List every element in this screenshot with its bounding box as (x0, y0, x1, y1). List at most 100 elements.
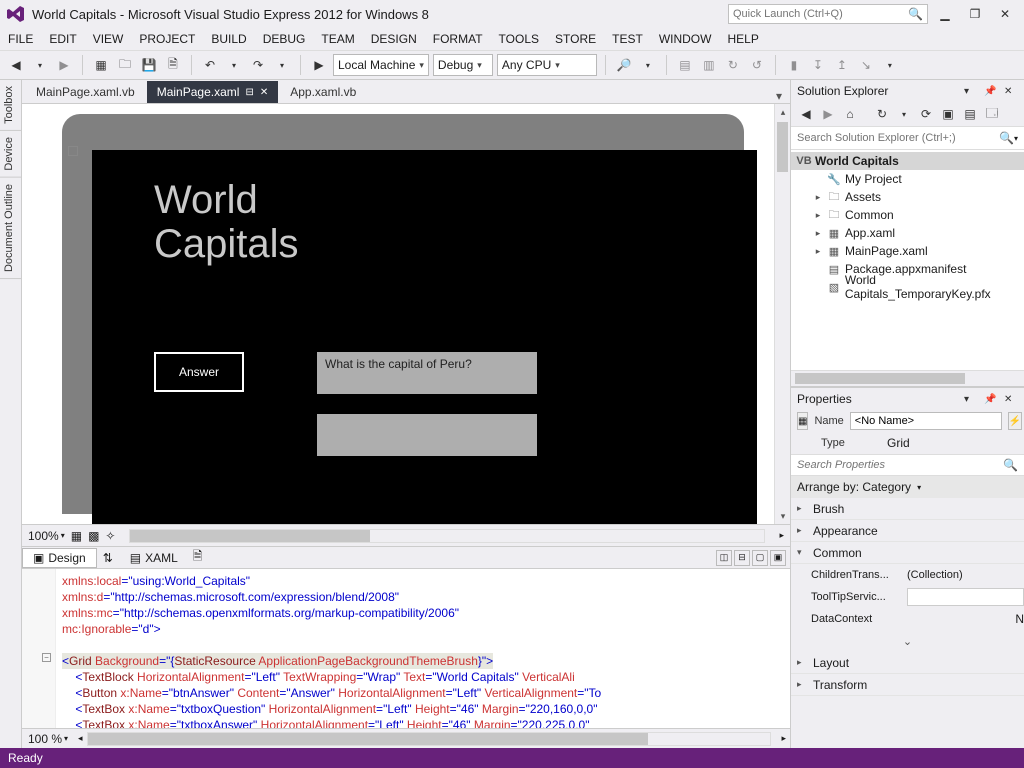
expand-icon[interactable]: ▸ (813, 246, 823, 257)
designer-hscrollbar[interactable] (129, 529, 765, 543)
code-hscrollbar[interactable] (87, 732, 772, 746)
panel-menu-icon[interactable]: ▾ (964, 86, 978, 97)
menu-test[interactable]: TEST (612, 32, 643, 46)
cat-layout[interactable]: ▸Layout (791, 652, 1024, 674)
step-over-icon[interactable]: ▮ (784, 54, 804, 76)
se-hscrollbar[interactable] (791, 370, 1024, 386)
scroll-right-icon[interactable]: ▸ (779, 530, 784, 541)
panel-menu-icon[interactable]: ▾ (964, 394, 978, 405)
stop-icon[interactable]: ↘ (856, 54, 876, 76)
chevron-down-icon[interactable]: ▾ (1014, 134, 1018, 143)
fwd-icon[interactable]: ▶ (819, 105, 837, 123)
design-canvas-viewport[interactable]: World Capitals Answer What is the capita… (22, 104, 774, 524)
close-icon[interactable]: ✕ (260, 87, 268, 98)
properties-icon[interactable]: 🗔 (983, 105, 1001, 123)
tree-item-appxaml[interactable]: ▸▦App.xaml (791, 224, 1024, 242)
pin-icon[interactable]: ⊟ (245, 87, 253, 98)
expand-icon[interactable]: ▸ (797, 657, 807, 668)
menu-build[interactable]: BUILD (211, 32, 246, 46)
design-tab[interactable]: ▣ Design (22, 548, 97, 568)
tree-item-myproject[interactable]: 🔧My Project (791, 170, 1024, 188)
close-button[interactable]: ✕ (992, 4, 1018, 24)
solution-tree[interactable]: VBWorld Capitals 🔧My Project ▸🗀Assets ▸🗀… (791, 150, 1024, 370)
indent-icon[interactable]: ↻ (723, 54, 743, 76)
chevron-down-icon[interactable]: ▾ (895, 105, 913, 123)
scroll-thumb[interactable] (795, 373, 965, 384)
expand-icon[interactable]: ▸ (797, 679, 807, 690)
swap-panes-icon[interactable]: ⇅ (97, 551, 119, 565)
question-textbox[interactable]: What is the capital of Peru? (317, 352, 537, 394)
search-icon[interactable]: 🔍 (908, 7, 923, 21)
run-target-combo[interactable]: Local Machine▾ (333, 54, 429, 76)
redo-icon[interactable]: ↷ (248, 54, 268, 76)
tree-item-mainpagexaml[interactable]: ▸▦MainPage.xaml (791, 242, 1024, 260)
toolbox-strip[interactable]: Toolbox (0, 80, 21, 131)
tabs-overflow-icon[interactable]: ▾ (768, 89, 790, 103)
overflow-icon[interactable]: ▾ (880, 54, 900, 76)
play-icon[interactable]: ▶ (309, 54, 329, 76)
close-icon[interactable]: ✕ (1004, 86, 1018, 97)
prop-tooltip[interactable]: ToolTipServic... (791, 586, 1024, 608)
undo-icon[interactable]: ↶ (200, 54, 220, 76)
new-project-icon[interactable]: ▦ (91, 54, 111, 76)
xaml-tab[interactable]: ▤ XAML (119, 548, 189, 568)
menu-view[interactable]: VIEW (93, 32, 124, 46)
props-search-input[interactable] (797, 459, 1003, 471)
code-zoom-combo[interactable]: 100 % ▾ (22, 732, 74, 746)
designer-vscrollbar[interactable]: ▴ ▾ (774, 104, 790, 524)
grid-type-icon[interactable]: ▦ (797, 412, 808, 430)
menu-project[interactable]: PROJECT (139, 32, 195, 46)
menu-debug[interactable]: DEBUG (263, 32, 306, 46)
solution-explorer-search[interactable]: 🔍▾ (791, 126, 1024, 150)
quick-launch[interactable]: 🔍 (728, 4, 928, 24)
menu-help[interactable]: HELP (727, 32, 758, 46)
menu-team[interactable]: TEAM (321, 32, 354, 46)
back-icon[interactable]: ◀ (797, 105, 815, 123)
menu-format[interactable]: FORMAT (433, 32, 483, 46)
find-dd[interactable]: ▾ (638, 54, 658, 76)
scroll-right-icon[interactable]: ▸ (777, 733, 790, 744)
tree-item-assets[interactable]: ▸🗀Assets (791, 188, 1024, 206)
properties-search[interactable]: 🔍 (791, 454, 1024, 476)
tree-item-common[interactable]: ▸🗀Common (791, 206, 1024, 224)
save-all-icon[interactable]: 🗎 (163, 54, 183, 76)
scroll-thumb[interactable] (130, 530, 370, 542)
tab-mainpage-xaml[interactable]: MainPage.xaml⊟✕ (147, 81, 279, 103)
split-vert-icon[interactable]: ◫ (716, 550, 732, 566)
code-content[interactable]: xmlns:local="using:World_Capitals" xmlns… (22, 569, 790, 737)
effects-icon[interactable]: ✧ (105, 529, 115, 543)
scroll-thumb[interactable] (777, 122, 788, 172)
zoom-combo[interactable]: 100%▾ (28, 529, 65, 543)
scroll-down-icon[interactable]: ▾ (775, 508, 791, 524)
collapse-pane-icon[interactable]: ▢ (752, 550, 768, 566)
step-out-icon[interactable]: ↥ (832, 54, 852, 76)
tab-app-xaml-vb[interactable]: App.xaml.vb (280, 81, 366, 103)
search-icon[interactable]: 🔍 (999, 131, 1014, 145)
scroll-up-icon[interactable]: ▴ (775, 104, 791, 120)
scroll-left-icon[interactable]: ◂ (74, 733, 87, 744)
xaml-doc-icon[interactable]: 🗎 (189, 547, 207, 568)
restore-button[interactable]: ❐ (962, 4, 988, 24)
redo-dd[interactable]: ▾ (272, 54, 292, 76)
cat-appearance[interactable]: ▸Appearance (791, 520, 1024, 542)
home-icon[interactable]: ⌂ (841, 105, 859, 123)
pin-icon[interactable]: 📌 (984, 86, 998, 97)
prop-childrentrans[interactable]: ChildrenTrans...(Collection) (791, 564, 1024, 586)
expand-more-icon[interactable]: ⌄ (791, 630, 1024, 652)
datacontext-new-button[interactable]: N (1015, 612, 1024, 626)
snap-icon[interactable]: ▩ (88, 529, 99, 543)
selection-marker[interactable] (68, 146, 78, 156)
cat-brush[interactable]: ▸Brush (791, 498, 1024, 520)
menu-store[interactable]: STORE (555, 32, 596, 46)
document-outline-strip[interactable]: Document Outline (0, 178, 21, 279)
tree-item-pfx[interactable]: ▧World Capitals_TemporaryKey.pfx (791, 278, 1024, 296)
xaml-code-pane[interactable]: − xmlns:local="using:World_Capitals" xml… (22, 568, 790, 748)
expand-icon[interactable]: ▸ (813, 228, 823, 239)
nav-back-dd[interactable]: ▾ (30, 54, 50, 76)
uncomment-icon[interactable]: ▥ (699, 54, 719, 76)
nav-fwd-button[interactable]: ▶ (54, 54, 74, 76)
expand-pane-icon[interactable]: ▣ (770, 550, 786, 566)
name-input[interactable] (850, 412, 1002, 430)
platform-combo[interactable]: Any CPU▾ (497, 54, 597, 76)
answer-button[interactable]: Answer (154, 352, 244, 392)
